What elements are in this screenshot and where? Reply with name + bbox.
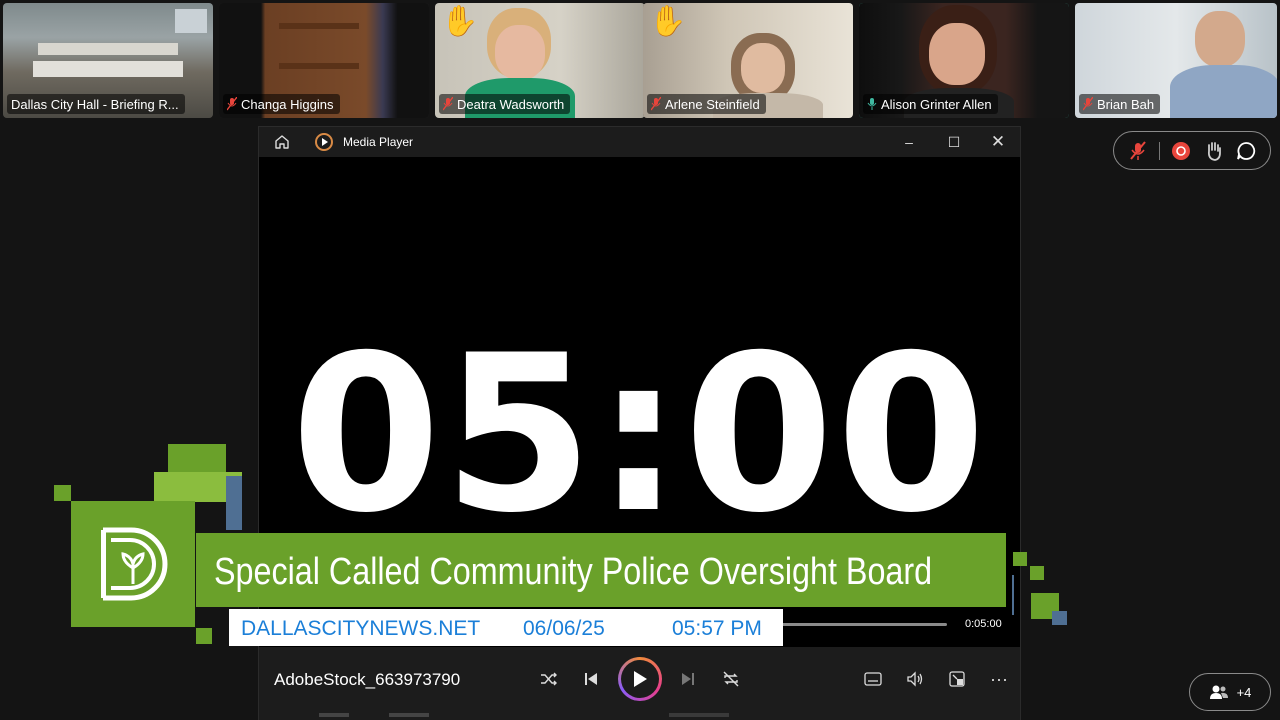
info-bar: DALLASCITYNEWS.NET 06/06/25 05:57 PM: [229, 609, 783, 646]
playback-bar: AdobeStock_663973790 ···: [259, 647, 1020, 720]
window-title: Media Player: [343, 135, 414, 149]
minimize-button[interactable]: –: [899, 132, 919, 152]
raised-hand-icon: ✋: [441, 5, 479, 38]
site-url: DALLASCITYNEWS.NET: [241, 617, 481, 640]
chat-icon[interactable]: [1235, 140, 1257, 162]
broadcast-time: 05:57 PM: [672, 617, 762, 640]
seek-bar[interactable]: [781, 623, 947, 626]
participant-nameplate: Arlene Steinfield: [647, 94, 766, 114]
broadcast-date: 06/06/25: [523, 617, 605, 640]
play-button[interactable]: [618, 657, 662, 701]
decor-square: [1030, 566, 1044, 580]
captions-icon[interactable]: [861, 667, 885, 691]
home-icon[interactable]: [273, 133, 291, 151]
participants-button[interactable]: +4: [1189, 673, 1271, 711]
person-face: [1195, 11, 1245, 67]
people-icon: [1209, 685, 1228, 699]
room-desk: [38, 43, 178, 55]
decor-square: [1013, 552, 1027, 566]
headline-text: Special Called Community Police Oversigh…: [214, 551, 933, 593]
participant-tile[interactable]: ✋ Arlene Steinfield: [643, 3, 853, 118]
raised-hand-icon: ✋: [649, 5, 687, 38]
media-filename: AdobeStock_663973790: [274, 670, 461, 689]
shelf: [279, 63, 359, 69]
headline-banner: Special Called Community Police Oversigh…: [196, 533, 1006, 607]
dallas-logo: [71, 501, 195, 627]
divider: [1159, 141, 1161, 160]
participant-nameplate: Deatra Wadsworth: [439, 94, 571, 114]
participant-name: Brian Bah: [1097, 96, 1155, 112]
participant-tile[interactable]: Brian Bah: [1075, 3, 1277, 118]
mic-on-icon: [867, 98, 877, 110]
media-player-titlebar: Media Player – ☐ ✕: [259, 127, 1020, 157]
decor-square: [1052, 611, 1067, 625]
mic-muted-icon: [227, 97, 237, 111]
mic-muted-icon: [443, 97, 453, 111]
room-screen: [175, 9, 207, 33]
participant-nameplate: Changa Higgins: [223, 94, 340, 114]
raise-hand-icon[interactable]: [1203, 140, 1225, 162]
taskbar-strip: [319, 713, 959, 720]
people-count: +4: [1236, 684, 1252, 700]
shuffle-icon[interactable]: [537, 667, 561, 691]
person-shirt: [1170, 65, 1277, 118]
dallas-seal-icon: [101, 527, 168, 601]
person-face: [495, 25, 545, 80]
participant-nameplate: Dallas City Hall - Briefing R...: [7, 94, 185, 114]
participant-name: Alison Grinter Allen: [881, 96, 992, 112]
meeting-screen: Dallas City Hall - Briefing R... Changa …: [0, 0, 1280, 720]
close-button[interactable]: ✕: [988, 132, 1008, 152]
shelf: [279, 23, 359, 29]
volume-icon[interactable]: [903, 667, 927, 691]
participant-name: Deatra Wadsworth: [457, 96, 565, 112]
mic-muted-icon: [651, 97, 661, 111]
mini-player-icon[interactable]: [945, 667, 969, 691]
mic-muted-icon: [1083, 97, 1093, 111]
person-face: [929, 23, 985, 85]
mic-muted-icon[interactable]: [1127, 140, 1149, 162]
play-icon: [634, 671, 647, 687]
participant-tile-room[interactable]: Dallas City Hall - Briefing R...: [3, 3, 213, 118]
next-icon[interactable]: [676, 667, 700, 691]
room-table: [33, 61, 183, 77]
participant-nameplate: Alison Grinter Allen: [863, 94, 998, 114]
meeting-controls: [1113, 131, 1271, 170]
decor-square: [196, 628, 212, 644]
previous-icon[interactable]: [579, 667, 603, 691]
person-face: [741, 43, 785, 93]
media-player-app-icon: [315, 133, 333, 151]
participant-name: Changa Higgins: [241, 96, 334, 112]
duration-label: 0:05:00: [965, 618, 1002, 630]
participant-name: Dallas City Hall - Briefing R...: [11, 96, 179, 112]
participant-tile[interactable]: ✋ Deatra Wadsworth: [435, 3, 645, 118]
participant-name: Arlene Steinfield: [665, 96, 760, 112]
decor-square: [54, 485, 71, 501]
maximize-button[interactable]: ☐: [944, 132, 964, 152]
decor-square: [168, 444, 226, 474]
countdown-timer: 05:00: [290, 309, 989, 560]
more-options-icon[interactable]: ···: [987, 667, 1011, 691]
record-icon[interactable]: [1170, 140, 1192, 162]
repeat-off-icon[interactable]: [719, 667, 743, 691]
participant-tile-speaking[interactable]: Alison Grinter Allen: [859, 3, 1069, 118]
decor-square: [226, 476, 242, 530]
participant-nameplate: Brian Bah: [1079, 94, 1161, 114]
participant-tile[interactable]: Changa Higgins: [219, 3, 429, 118]
decor-line: [1012, 575, 1014, 615]
